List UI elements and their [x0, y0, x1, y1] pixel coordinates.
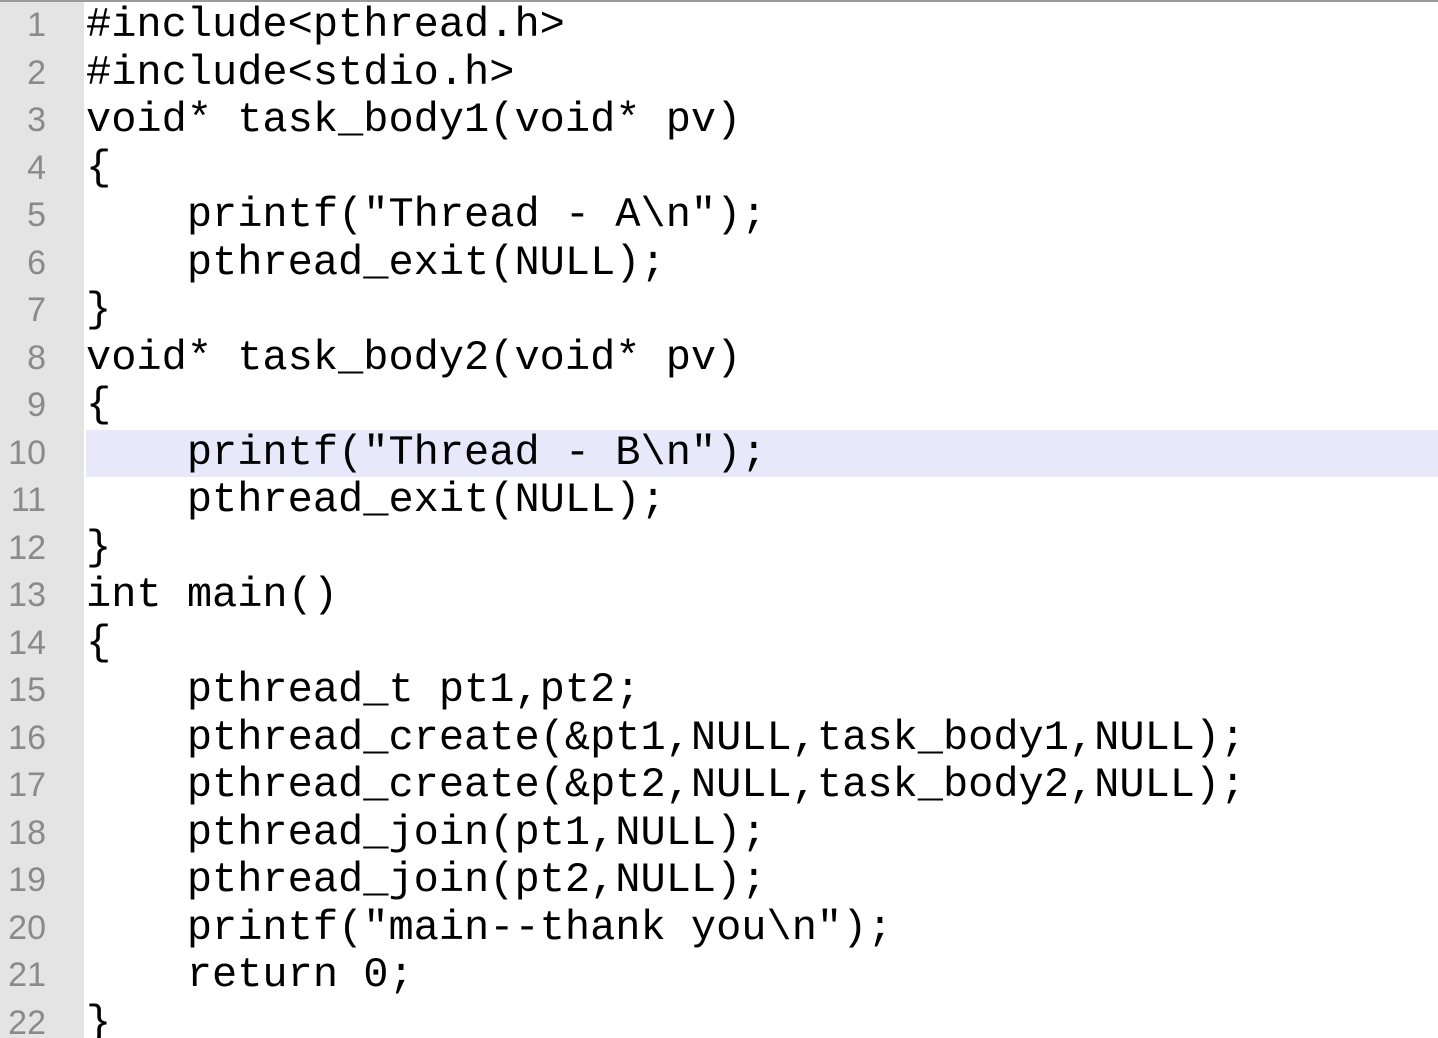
- code-line[interactable]: 16 pthread_create(&pt1,NULL,task_body1,N…: [0, 714, 1438, 763]
- code-text[interactable]: void* task_body1(void* pv): [86, 96, 741, 145]
- line-number: 13: [8, 576, 46, 614]
- line-number: 8: [27, 338, 46, 377]
- line-number: 21: [8, 956, 46, 994]
- code-text[interactable]: printf("Thread - A\n");: [86, 191, 767, 240]
- code-line[interactable]: 15 pthread_t pt1,pt2;: [0, 666, 1438, 715]
- code-line[interactable]: 21 return 0;: [0, 951, 1438, 1000]
- line-number: 16: [8, 718, 46, 757]
- code-line[interactable]: 5 printf("Thread - A\n");: [0, 191, 1438, 240]
- code-line-area[interactable]: }: [86, 999, 1438, 1038]
- code-line-area[interactable]: #include<stdio.h>: [86, 49, 1438, 98]
- line-number: 10: [8, 433, 46, 472]
- code-text[interactable]: }: [86, 524, 111, 573]
- code-line[interactable]: 11 pthread_exit(NULL);: [0, 476, 1438, 525]
- line-number: 6: [27, 243, 46, 282]
- code-line[interactable]: 8 void* task_body2(void* pv): [0, 334, 1438, 383]
- code-editor[interactable]: 1 #include<pthread.h> 2 #include<stdio.h> 3 v…: [0, 0, 1438, 1038]
- code-line-area[interactable]: pthread_join(pt1,NULL);: [86, 809, 1438, 858]
- code-line-area[interactable]: void* task_body1(void* pv): [86, 96, 1438, 145]
- code-line[interactable]: 20 printf("main--thank you\n");: [0, 904, 1438, 953]
- code-line[interactable]: 2 #include<stdio.h>: [0, 49, 1438, 98]
- line-number: 11: [10, 481, 46, 519]
- code-text[interactable]: #include<pthread.h>: [86, 2, 565, 50]
- line-number: 5: [27, 196, 46, 234]
- code-text[interactable]: {: [86, 144, 111, 193]
- code-line-area[interactable]: {: [86, 381, 1438, 430]
- line-number: 15: [8, 671, 46, 709]
- code-line[interactable]: 7}: [0, 286, 1438, 335]
- code-text[interactable]: }: [86, 286, 111, 335]
- code-line[interactable]: 18 pthread_join(pt1,NULL);: [0, 809, 1438, 858]
- code-line[interactable]: 13 int main(): [0, 571, 1438, 620]
- code-text[interactable]: return 0;: [86, 951, 414, 1000]
- code-line[interactable]: 14 {: [0, 619, 1438, 668]
- code-line-area[interactable]: printf("main--thank you\n");: [86, 904, 1438, 953]
- code-line-area[interactable]: printf("Thread - A\n");: [86, 191, 1438, 240]
- line-number: 17: [8, 766, 46, 804]
- code-line-area[interactable]: pthread_exit(NULL);: [86, 476, 1438, 525]
- code-line-area[interactable]: }: [86, 524, 1438, 573]
- line-number: 9: [27, 386, 46, 424]
- code-text[interactable]: pthread_exit(NULL);: [86, 239, 666, 288]
- code-line[interactable]: 9{: [0, 381, 1438, 430]
- code-line[interactable]: 22}: [0, 999, 1438, 1038]
- line-number: 4: [27, 148, 46, 187]
- code-line-area[interactable]: int main(): [86, 571, 1438, 620]
- code-line[interactable]: 12}: [0, 524, 1438, 573]
- line-number: 12: [8, 528, 46, 567]
- line-number: 22: [8, 1003, 46, 1038]
- code-line-area[interactable]: void* task_body2(void* pv): [86, 334, 1438, 383]
- line-number: 18: [8, 813, 46, 852]
- code-lines: 1 #include<pthread.h> 2 #include<stdio.h> 3 v…: [0, 2, 1438, 1038]
- code-line-area[interactable]: return 0;: [86, 951, 1438, 1000]
- code-line[interactable]: 19 pthread_join(pt2,NULL);: [0, 856, 1438, 905]
- line-number: 14: [8, 623, 46, 662]
- code-line-area[interactable]: pthread_create(&pt1,NULL,task_body1,NULL…: [86, 714, 1438, 763]
- code-text[interactable]: pthread_create(&pt1,NULL,task_body1,NULL…: [86, 714, 1246, 763]
- code-line-area[interactable]: printf("Thread - B\n");: [86, 429, 1438, 478]
- code-text[interactable]: printf("main--thank you\n");: [86, 904, 893, 953]
- line-number: 3: [27, 101, 46, 139]
- code-line-area[interactable]: pthread_join(pt2,NULL);: [86, 856, 1438, 905]
- code-line[interactable]: 3 void* task_body1(void* pv): [0, 96, 1438, 145]
- code-line-area[interactable]: }: [86, 286, 1438, 335]
- code-line-area[interactable]: {: [86, 619, 1438, 668]
- code-line-area[interactable]: pthread_exit(NULL);: [86, 239, 1438, 288]
- code-text[interactable]: pthread_join(pt1,NULL);: [86, 809, 767, 858]
- code-text[interactable]: #include<stdio.h>: [86, 49, 514, 98]
- line-number: 19: [8, 861, 46, 899]
- code-text[interactable]: int main(): [86, 571, 338, 620]
- code-line-area[interactable]: {: [86, 144, 1438, 193]
- code-line[interactable]: 1 #include<pthread.h>: [0, 2, 1438, 50]
- code-text[interactable]: pthread_join(pt2,NULL);: [86, 856, 767, 905]
- code-line-area[interactable]: pthread_t pt1,pt2;: [86, 666, 1438, 715]
- code-line[interactable]: 17 pthread_create(&pt2,NULL,task_body2,N…: [0, 761, 1438, 810]
- code-text[interactable]: void* task_body2(void* pv): [86, 334, 741, 383]
- code-text[interactable]: {: [86, 381, 111, 430]
- code-text[interactable]: pthread_t pt1,pt2;: [86, 666, 641, 715]
- line-number: 2: [27, 53, 46, 92]
- code-text[interactable]: printf("Thread - B\n");: [86, 429, 767, 478]
- line-number: 1: [27, 6, 46, 44]
- code-line-area[interactable]: #include<pthread.h>: [86, 2, 1438, 50]
- line-number: 7: [27, 291, 46, 329]
- code-text[interactable]: }: [86, 999, 111, 1038]
- code-line-area[interactable]: pthread_create(&pt2,NULL,task_body2,NULL…: [86, 761, 1438, 810]
- code-line[interactable]: 4{: [0, 144, 1438, 193]
- line-number: 20: [8, 908, 46, 947]
- code-text[interactable]: pthread_exit(NULL);: [86, 476, 666, 525]
- code-line[interactable]: 6 pthread_exit(NULL);: [0, 239, 1438, 288]
- code-text[interactable]: pthread_create(&pt2,NULL,task_body2,NULL…: [86, 761, 1246, 810]
- current-code-line[interactable]: 10 printf("Thread - B\n");: [0, 429, 1438, 478]
- code-text[interactable]: {: [86, 619, 111, 668]
